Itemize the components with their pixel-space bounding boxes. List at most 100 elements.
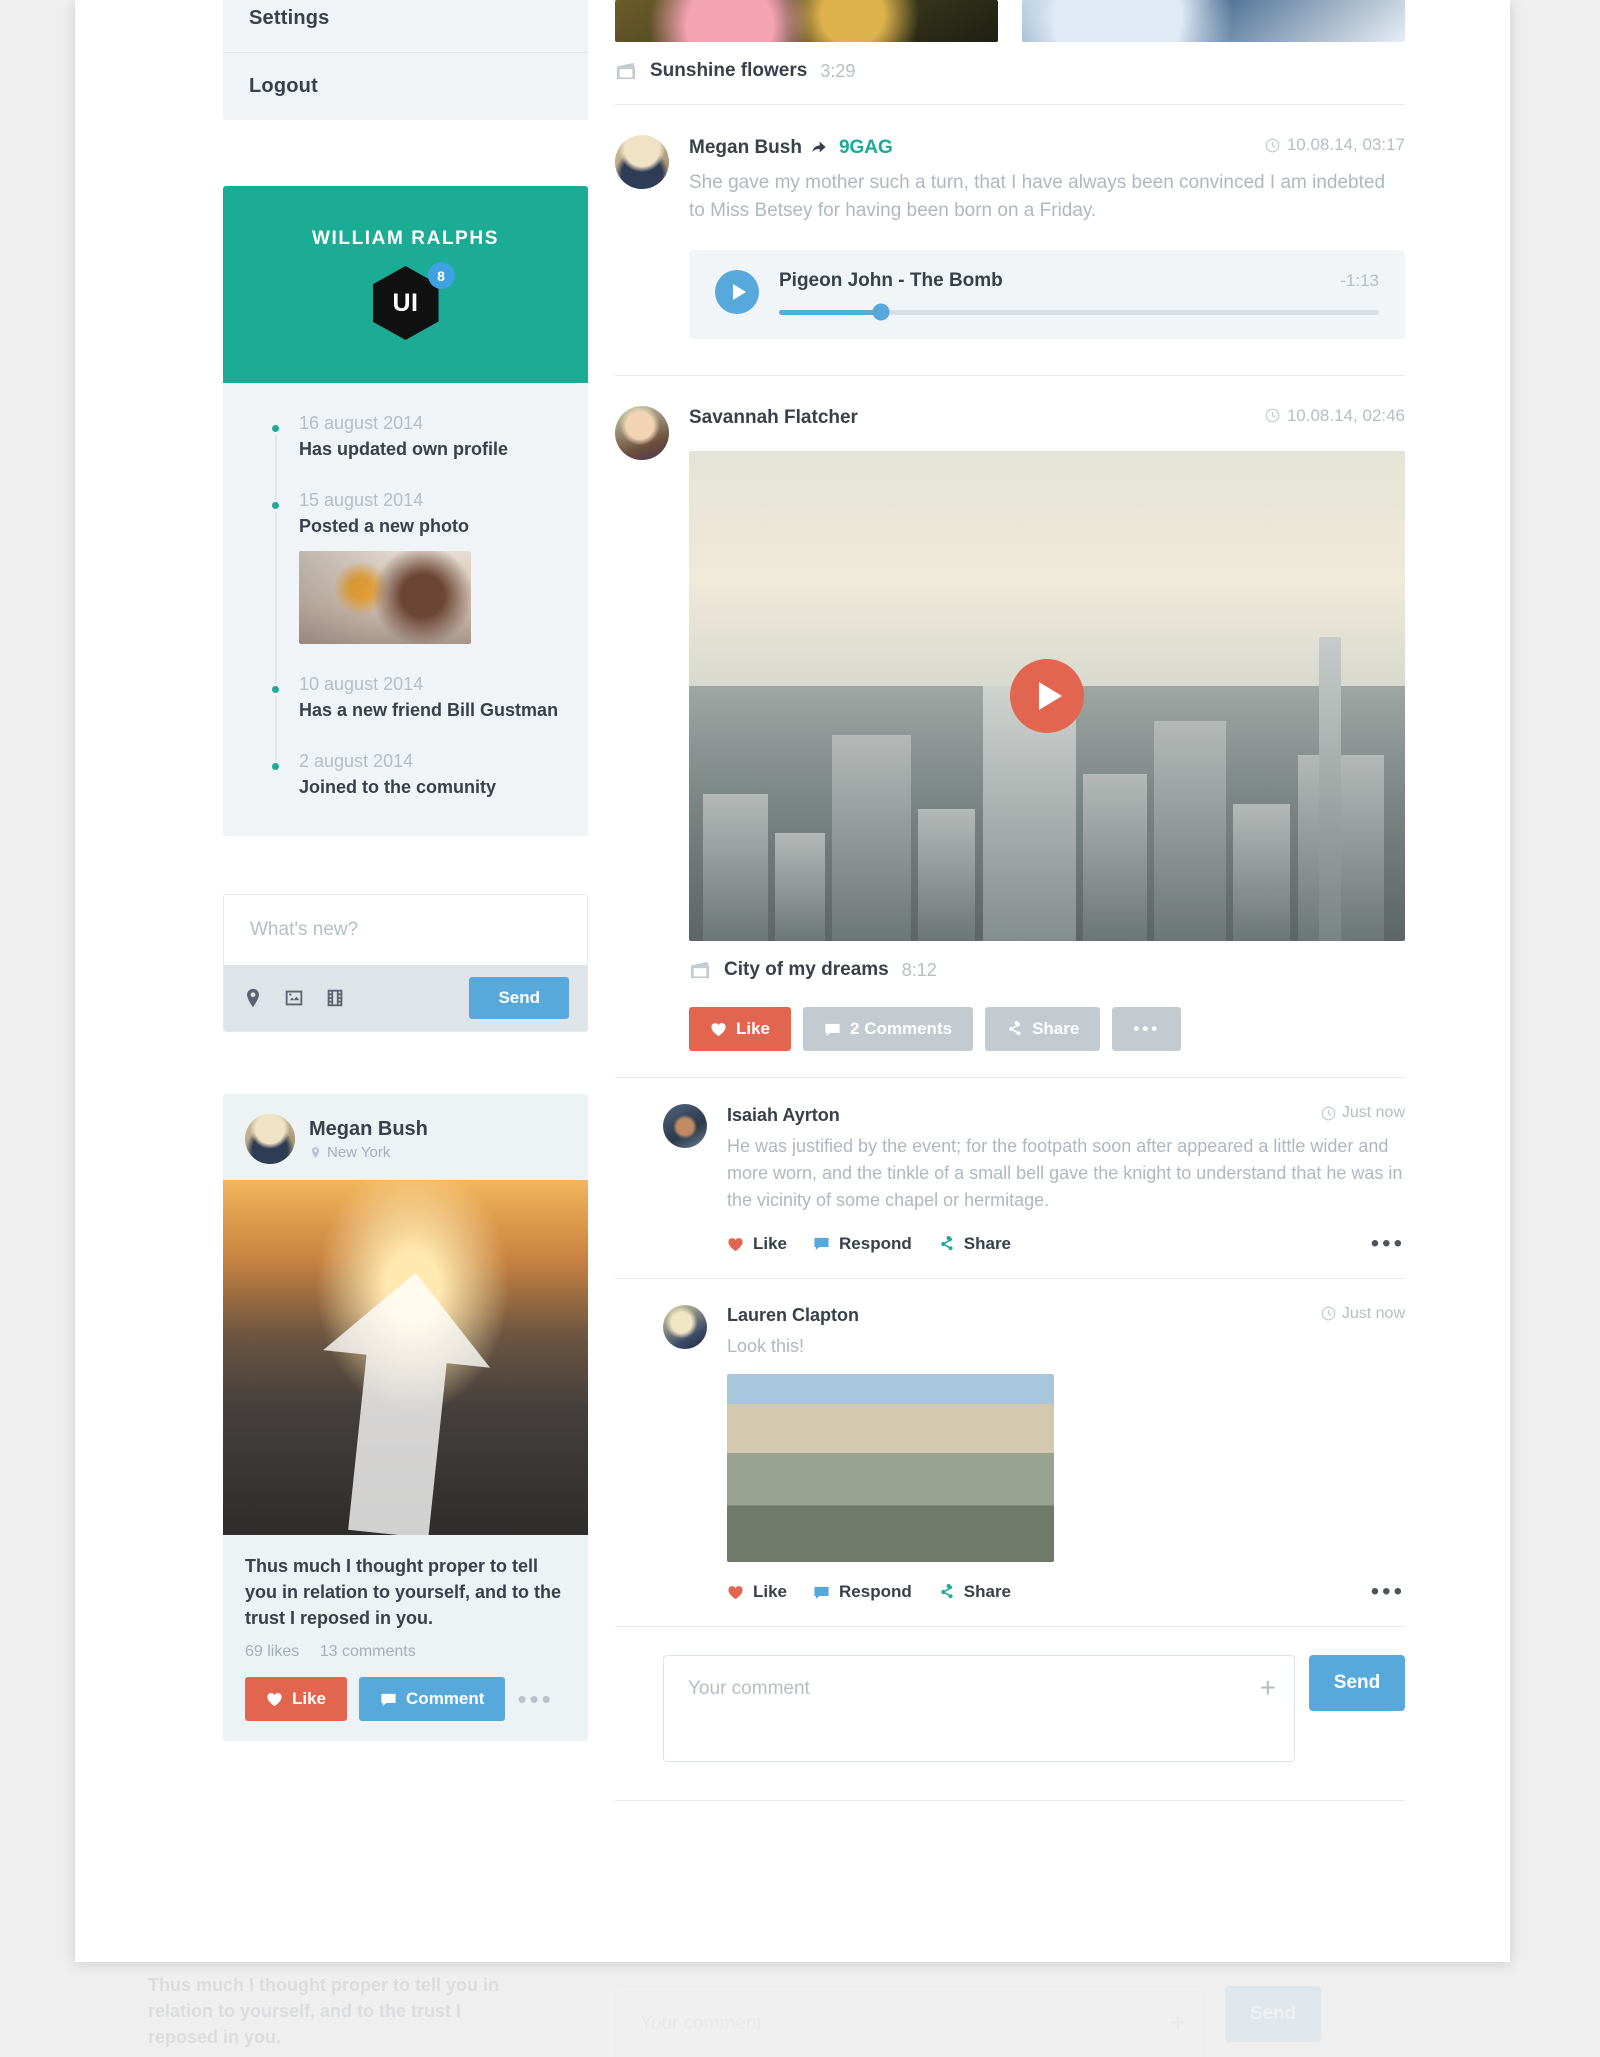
avatar[interactable] [663, 1304, 707, 1349]
post-author[interactable]: Savannah Flatcher [689, 407, 858, 429]
notification-badge[interactable]: 8 [427, 262, 455, 289]
comment-share-link[interactable]: Share [938, 1234, 1011, 1254]
sidebar-post-author[interactable]: Megan Bush [309, 1118, 428, 1141]
more-options-icon[interactable]: ••• [517, 1686, 553, 1712]
play-button[interactable] [715, 269, 759, 314]
timeline-dot-icon [269, 499, 282, 512]
avatar[interactable] [663, 1104, 707, 1148]
comment-image[interactable] [727, 1374, 1054, 1562]
composer-toolbar: Send [224, 965, 587, 1031]
comment-like-link[interactable]: Like [727, 1234, 787, 1254]
comment-author[interactable]: Lauren Clapton [727, 1305, 859, 1326]
timeline-text: Joined to the comunity [299, 777, 497, 797]
like-button[interactable]: Like [689, 1007, 792, 1051]
comment-composer: + Send [615, 1627, 1405, 1762]
avatar[interactable] [615, 135, 669, 189]
comment-more-options-icon[interactable]: ••• [1371, 1231, 1405, 1256]
comment-input[interactable] [664, 1656, 1294, 1761]
comment-timestamp: Just now [1321, 1305, 1405, 1323]
timeline-text: Has a new friend Bill Gustman [299, 700, 559, 720]
preview-post-text: Thus much I thought proper to tell you i… [148, 1975, 499, 2048]
sidebar-post-actions: Like Comment ••• [245, 1677, 566, 1722]
play-button[interactable] [1010, 659, 1084, 733]
sidebar-post-location-label: New York [327, 1143, 391, 1161]
main-feed: Sunshine flowers 3:29 Megan Bush 9GAG 10… [615, 0, 1405, 1801]
sidebar-post-meta: 69 likes 13 comments [245, 1643, 566, 1661]
film-icon[interactable] [324, 987, 346, 1009]
comment-author[interactable]: Isaiah Ayrton [727, 1105, 840, 1126]
sidebar-item-label: Settings [249, 7, 330, 29]
content-columns: Settings Logout WILLIAM RALPHS UI 8 16 a… [75, 0, 1510, 1962]
comment-like-link[interactable]: Like [727, 1582, 787, 1602]
post-content: Savannah Flatcher 10.08.14, 02:46 City o… [689, 406, 1405, 1078]
film-icon [616, 62, 636, 80]
film-icon [690, 961, 710, 979]
comment-more-options-icon[interactable]: ••• [1371, 1580, 1405, 1604]
sidebar-post-location: New York [309, 1144, 428, 1161]
post-author[interactable]: Megan Bush [689, 137, 802, 159]
like-button-label: Like [292, 1689, 327, 1709]
profile-card: WILLIAM RALPHS UI 8 16 august 2014 Has u… [223, 186, 588, 836]
like-button-label: Like [736, 1019, 771, 1038]
share-button-label: Share [1032, 1019, 1080, 1038]
audio-progress-bar[interactable] [779, 303, 1379, 321]
comment-button[interactable]: Comment [359, 1677, 506, 1722]
more-options-label: ••• [1133, 1019, 1161, 1038]
comment-respond-link[interactable]: Respond [813, 1582, 912, 1602]
comment-item: Lauren Clapton Just now Look this! Like … [615, 1279, 1405, 1627]
timeline-photo[interactable] [299, 551, 471, 644]
share-icon [941, 1235, 953, 1250]
timeline-item[interactable]: 10 august 2014 Has a new friend Bill Gus… [223, 674, 588, 721]
logo-text: UI [392, 288, 419, 317]
road-arrow-decoration [305, 1264, 499, 1535]
clock-icon [1265, 138, 1280, 152]
timeline-dot-icon [269, 422, 282, 435]
sidebar-post-image[interactable] [223, 1180, 588, 1535]
timeline-item[interactable]: 2 august 2014 Joined to the comunity [223, 751, 588, 798]
comment-share-link[interactable]: Share [938, 1582, 1011, 1602]
audio-player-body: Pigeon John - The Bomb -1:13 [779, 270, 1379, 321]
timeline-dot-icon [269, 683, 282, 696]
sidebar-post-text: Thus much I thought proper to tell you i… [245, 1556, 562, 1629]
share-icon [1009, 1021, 1021, 1036]
more-options-button[interactable]: ••• [1112, 1007, 1182, 1051]
avatar[interactable] [245, 1114, 295, 1164]
status-input[interactable] [224, 895, 587, 965]
timeline-text: Posted a new photo [299, 516, 470, 536]
post-timestamp-label: 10.08.14, 02:46 [1286, 405, 1405, 425]
share-button[interactable]: Share [985, 1007, 1101, 1051]
add-attachment-icon[interactable]: + [1260, 1674, 1276, 1702]
media-thumbnail[interactable] [615, 0, 998, 42]
comments-button[interactable]: 2 Comments [803, 1007, 974, 1051]
play-icon [732, 283, 746, 300]
top-media-caption: Sunshine flowers 3:29 [615, 42, 1405, 104]
image-icon[interactable] [283, 987, 305, 1009]
sidebar-post-card: Megan Bush New York Thus much I thought … [223, 1094, 588, 1742]
heart-icon [728, 1237, 743, 1251]
preview-comment-box: Your comment + [615, 1986, 1205, 2057]
comment-send-button[interactable]: Send [1309, 1655, 1405, 1711]
location-pin-icon[interactable] [242, 987, 264, 1009]
play-icon [1039, 682, 1062, 710]
video-player[interactable] [689, 451, 1405, 941]
audio-progress-handle[interactable] [872, 303, 890, 321]
comment-respond-link[interactable]: Respond [813, 1234, 912, 1254]
post-title-row: Megan Bush 9GAG 10.08.14, 03:17 [689, 135, 1405, 159]
timeline-date: 16 august 2014 [299, 413, 424, 433]
activity-timeline: 16 august 2014 Has updated own profile 1… [223, 383, 588, 836]
sidebar-post-body: Thus much I thought proper to tell you i… [223, 1535, 588, 1741]
comment-content: Isaiah Ayrton Just now He was justified … [727, 1104, 1405, 1278]
comment-timestamp: Just now [1321, 1104, 1405, 1122]
timeline-item[interactable]: 16 august 2014 Has updated own profile [223, 413, 588, 460]
sidebar-item-settings[interactable]: Settings [223, 0, 588, 52]
composer-send-button[interactable]: Send [469, 977, 569, 1019]
timeline-item[interactable]: 15 august 2014 Posted a new photo [223, 490, 588, 644]
preview-comment-placeholder: Your comment [640, 2013, 762, 2034]
comments-button-label: 2 Comments [850, 1019, 953, 1038]
media-thumbnail[interactable] [1022, 0, 1405, 42]
post-share-target[interactable]: 9GAG [839, 137, 893, 159]
sidebar-item-logout[interactable]: Logout [223, 52, 588, 120]
comment-share-label: Share [963, 1233, 1012, 1253]
like-button[interactable]: Like [245, 1677, 348, 1722]
avatar[interactable] [615, 405, 669, 460]
